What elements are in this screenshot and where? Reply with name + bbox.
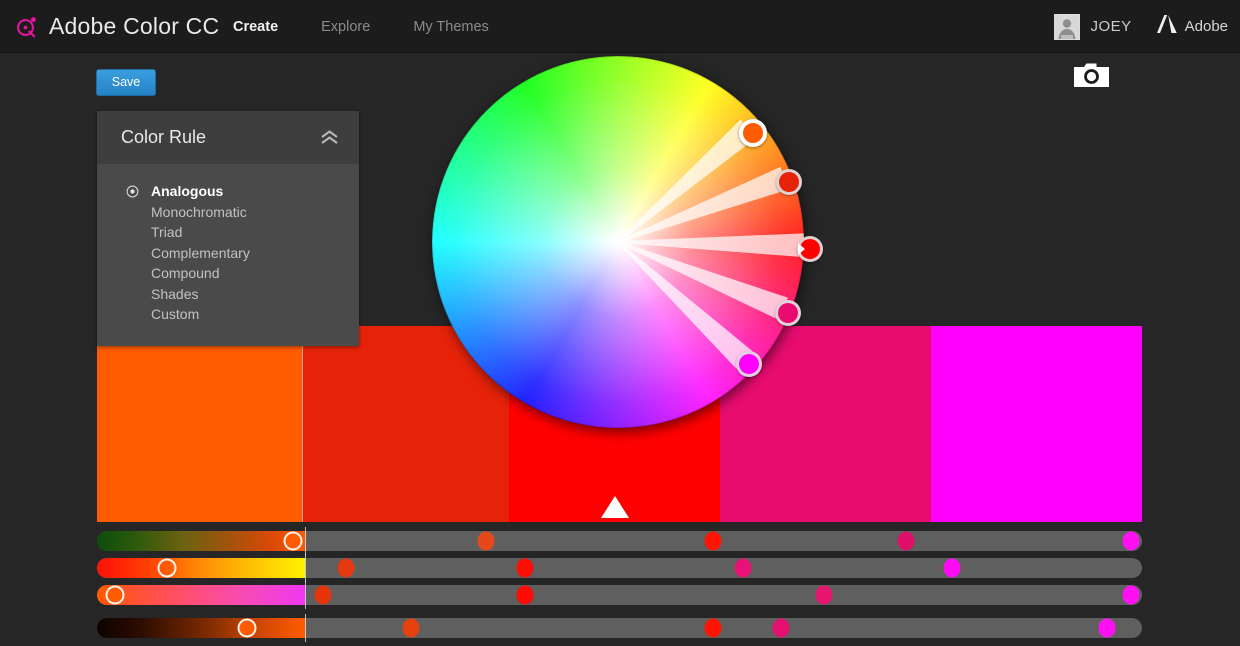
slider-dot-4[interactable] bbox=[1098, 618, 1116, 638]
color-rule-item-compound[interactable]: Compound bbox=[97, 263, 359, 284]
slider-separator bbox=[305, 554, 306, 582]
color-rule-item-triad[interactable]: Triad bbox=[97, 222, 359, 243]
slider-dot-2[interactable] bbox=[704, 531, 722, 551]
color-rule-item-complementary[interactable]: Complementary bbox=[97, 243, 359, 264]
slider-dot-1[interactable] bbox=[477, 531, 495, 551]
slider-dot-1[interactable] bbox=[337, 558, 355, 578]
chevron-double-up-icon[interactable] bbox=[320, 130, 339, 145]
wheel-marker-2[interactable] bbox=[775, 169, 802, 195]
radio-empty-icon bbox=[126, 308, 139, 321]
color-rule-item-label: Analogous bbox=[151, 183, 224, 200]
color-swatch-1[interactable] bbox=[97, 326, 302, 522]
slider-row-1[interactable] bbox=[97, 527, 1142, 555]
color-rule-item-shades[interactable]: Shades bbox=[97, 284, 359, 305]
nav-item-create[interactable]: Create bbox=[233, 19, 278, 35]
color-sliders bbox=[97, 527, 1142, 645]
adobe-brand[interactable]: Adobe bbox=[1156, 14, 1228, 39]
color-rule-item-label: Compound bbox=[151, 265, 220, 282]
top-navigation-bar: Adobe Color CC Create Explore My Themes … bbox=[0, 0, 1240, 53]
slider-gradient-fill[interactable] bbox=[97, 531, 305, 551]
slider-handle[interactable] bbox=[283, 531, 303, 551]
slider-handle[interactable] bbox=[157, 558, 177, 578]
save-button[interactable]: Save bbox=[96, 69, 156, 96]
color-rule-item-label: Complementary bbox=[151, 244, 250, 261]
radio-selected-icon bbox=[126, 185, 139, 198]
wheel-marker-5[interactable] bbox=[735, 350, 762, 377]
slider-row-4[interactable] bbox=[97, 614, 1142, 642]
wheel-marker-1[interactable] bbox=[738, 118, 767, 147]
slider-gradient-fill[interactable] bbox=[97, 618, 305, 638]
adobe-color-logo-icon bbox=[14, 14, 40, 40]
wheel-marker-4[interactable] bbox=[774, 299, 801, 326]
nav-item-my-themes[interactable]: My Themes bbox=[413, 19, 488, 35]
user-avatar-icon[interactable] bbox=[1054, 13, 1081, 40]
camera-icon[interactable] bbox=[1074, 62, 1109, 87]
nav-links: Create Explore My Themes bbox=[233, 0, 489, 53]
color-rule-panel-header[interactable]: Color Rule bbox=[97, 111, 359, 164]
wheel-marker-3[interactable] bbox=[796, 236, 823, 263]
slider-gradient-fill[interactable] bbox=[97, 585, 305, 605]
color-rule-item-monochromatic[interactable]: Monochromatic bbox=[97, 202, 359, 223]
slider-dot-4[interactable] bbox=[1122, 531, 1140, 551]
user-area: JOEY Adobe bbox=[1054, 0, 1228, 53]
slider-separator bbox=[305, 581, 306, 609]
slider-dot-3[interactable] bbox=[815, 585, 833, 605]
user-name[interactable]: JOEY bbox=[1090, 18, 1131, 35]
radio-empty-icon bbox=[126, 226, 139, 239]
slider-row-2[interactable] bbox=[97, 554, 1142, 582]
color-rule-item-custom[interactable]: Custom bbox=[97, 304, 359, 325]
radio-empty-icon bbox=[126, 246, 139, 259]
color-rule-item-label: Custom bbox=[151, 306, 200, 323]
adobe-label: Adobe bbox=[1184, 18, 1228, 35]
adobe-a-logo-icon bbox=[1156, 14, 1178, 39]
color-rule-item-label: Triad bbox=[151, 224, 183, 241]
slider-dot-2[interactable] bbox=[516, 585, 534, 605]
radio-empty-icon bbox=[126, 267, 139, 280]
slider-dot-1[interactable] bbox=[402, 618, 420, 638]
color-swatch-5[interactable] bbox=[931, 326, 1142, 522]
slider-row-3[interactable] bbox=[97, 581, 1142, 609]
color-rule-item-label: Shades bbox=[151, 285, 199, 302]
slider-separator bbox=[305, 614, 306, 642]
slider-separator bbox=[305, 527, 306, 555]
slider-handle[interactable] bbox=[237, 618, 257, 638]
slider-dot-3[interactable] bbox=[897, 531, 915, 551]
slider-dot-3[interactable] bbox=[772, 618, 790, 638]
color-rule-panel: Color Rule Analogous Monochromatic Triad Co… bbox=[97, 111, 359, 346]
radio-empty-icon bbox=[126, 287, 139, 300]
color-wheel[interactable] bbox=[428, 52, 823, 436]
adobe-color-app: Adobe Color CC Create Explore My Themes … bbox=[0, 0, 1240, 646]
brand[interactable]: Adobe Color CC bbox=[14, 0, 219, 53]
slider-dot-1[interactable] bbox=[314, 585, 332, 605]
slider-dot-2[interactable] bbox=[516, 558, 534, 578]
color-rule-list: Analogous Monochromatic Triad Complementary… bbox=[97, 164, 359, 325]
brand-title: Adobe Color CC bbox=[49, 13, 220, 39]
slider-dot-3[interactable] bbox=[734, 558, 752, 578]
wheel-marker-base-notch-icon bbox=[797, 243, 805, 256]
slider-dot-4[interactable] bbox=[1122, 585, 1140, 605]
nav-item-explore[interactable]: Explore bbox=[321, 19, 370, 35]
swatch-divider bbox=[302, 326, 303, 522]
radio-empty-icon bbox=[126, 205, 139, 218]
color-rule-item-label: Monochromatic bbox=[151, 203, 247, 220]
color-rule-item-analogous[interactable]: Analogous bbox=[97, 181, 359, 202]
color-rule-title: Color Rule bbox=[121, 127, 207, 147]
slider-handle[interactable] bbox=[105, 585, 125, 605]
base-color-triangle-icon bbox=[600, 496, 629, 518]
slider-dot-4[interactable] bbox=[943, 558, 961, 578]
slider-dot-2[interactable] bbox=[704, 618, 722, 638]
slider-gradient-fill[interactable] bbox=[97, 558, 305, 578]
